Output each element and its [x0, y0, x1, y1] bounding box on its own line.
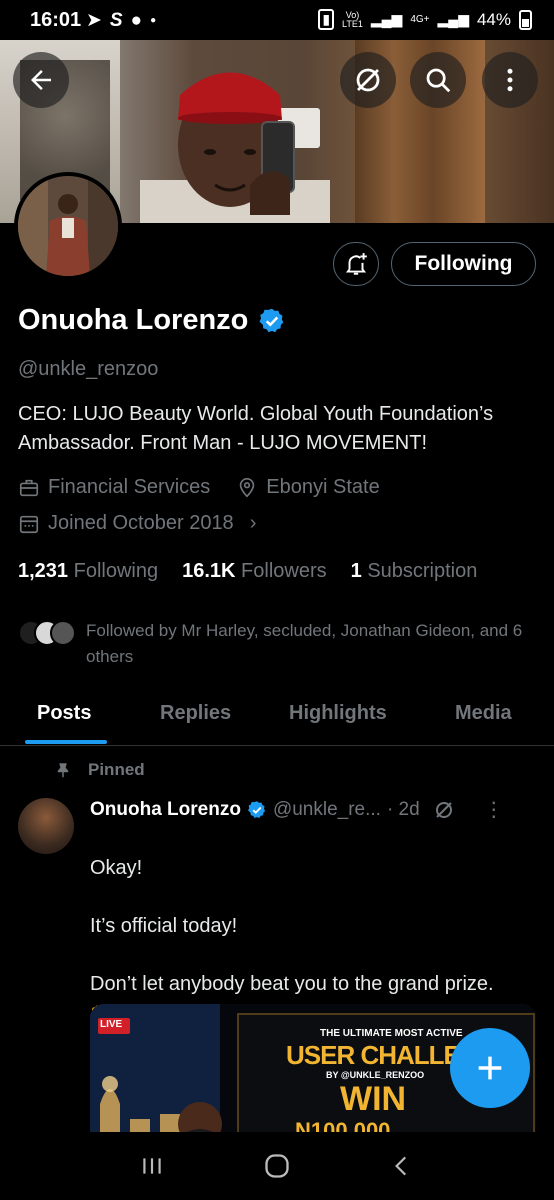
flyer-line-4: WIN	[340, 1080, 407, 1118]
verified-badge-icon[interactable]	[258, 307, 286, 335]
verified-badge-icon	[248, 800, 266, 818]
grok-off-button[interactable]	[340, 52, 396, 108]
calendar-icon	[19, 515, 39, 533]
following-stat[interactable]: 1,231 Following	[18, 560, 158, 583]
follower-avatars	[18, 618, 76, 670]
more-vertical-icon	[507, 68, 513, 92]
post-header: Onuoha Lorenzo @unkle_re... · 2d ⋮	[90, 797, 504, 822]
volte-label: Vo) LTE1	[342, 9, 363, 29]
back-button[interactable]	[13, 52, 69, 108]
bell-plus-icon	[345, 253, 367, 275]
notifications-button[interactable]	[333, 242, 379, 286]
status-right: ▮ Vo) LTE1 ▂▄▆ 4G+ ▂▄▆ 44%	[318, 9, 532, 30]
status-bar: 16:01 ➤ S ● ● ▮ Vo) LTE1 ▂▄▆ 4G+ ▂▄▆ 44%	[0, 0, 554, 40]
profile-name-row: Onuoha Lorenzo	[18, 304, 286, 337]
profile-name: Onuoha Lorenzo	[18, 304, 249, 336]
profile-stats: 1,231 Following 16.1K Followers 1 Subscr…	[18, 560, 477, 583]
telegram-icon: ➤	[86, 10, 102, 31]
status-time: 16:01	[30, 9, 82, 31]
network-type: 4G+	[410, 14, 430, 25]
tab-media[interactable]: Media	[455, 702, 512, 725]
followers-stat[interactable]: 16.1K Followers	[182, 560, 327, 583]
dot-icon: ●	[150, 15, 157, 26]
profile-meta-row: Financial Services Ebonyi State	[18, 476, 380, 499]
post-time: · 2d	[386, 798, 420, 820]
recent-apps-icon[interactable]	[139, 1153, 165, 1179]
slashed-circle-icon[interactable]	[432, 798, 456, 822]
followed-by-text: Followed by Mr Harley, secluded, Jonatha…	[86, 621, 523, 666]
arrow-left-icon	[31, 70, 51, 90]
tab-highlights[interactable]: Highlights	[289, 702, 387, 725]
profile-avatar[interactable]	[14, 172, 122, 280]
briefcase-icon	[19, 479, 39, 496]
profile-location: Ebonyi State	[266, 476, 380, 498]
profile-handle: @unkle_renzoo	[18, 358, 159, 380]
profile-tabs: Posts Replies Highlights Media	[0, 690, 554, 746]
more-options-button[interactable]	[482, 52, 538, 108]
pin-icon	[57, 763, 69, 778]
slashed-circle-icon	[356, 68, 380, 92]
followed-by-row[interactable]: Followed by Mr Harley, secluded, Jonatha…	[18, 618, 538, 670]
profile-joined-row[interactable]: Joined October 2018 ›	[18, 512, 256, 535]
search-icon	[426, 68, 451, 93]
battery-percent: 44%	[476, 9, 511, 29]
pinned-label: Pinned	[88, 760, 145, 779]
follower-avatar	[50, 620, 76, 646]
flyer-line-3: BY @UNKLE_RENZOO	[326, 1070, 425, 1080]
back-nav-icon[interactable]	[389, 1153, 415, 1179]
chevron-right-icon: ›	[249, 512, 257, 534]
battery-icon	[519, 9, 532, 30]
search-button[interactable]	[410, 52, 466, 108]
pinned-label-row: Pinned	[54, 760, 145, 780]
profile-bio: CEO: LUJO Beauty World. Global Youth Fou…	[18, 403, 494, 454]
active-tab-indicator	[25, 740, 107, 744]
compose-post-button[interactable]	[450, 1028, 530, 1108]
post-author-name[interactable]: Onuoha Lorenzo	[90, 799, 241, 821]
flyer-line-1: THE ULTIMATE MOST ACTIVE	[320, 1028, 463, 1039]
signal-icon-1: ▂▄▆	[370, 11, 403, 27]
tab-posts[interactable]: Posts	[37, 702, 91, 725]
post-text-content: Okay! It’s official today! Don’t let any…	[90, 857, 494, 995]
following-button[interactable]: Following	[391, 242, 536, 286]
status-notification-icons: ➤ S ● ●	[86, 9, 156, 32]
banner-person	[140, 72, 330, 223]
post-author-handle[interactable]: @unkle_re...	[273, 799, 381, 821]
tab-replies[interactable]: Replies	[160, 702, 231, 725]
more-vertical-icon[interactable]: ⋮	[484, 797, 504, 822]
plus-icon	[478, 1056, 502, 1080]
data-saver-icon: ▮	[318, 9, 335, 30]
profile-joined: Joined October 2018	[48, 512, 234, 534]
chat-icon: ●	[130, 9, 143, 31]
location-pin-icon	[240, 477, 255, 497]
profile-category[interactable]: Financial Services	[48, 476, 210, 499]
home-icon[interactable]	[263, 1152, 291, 1180]
subscription-stat[interactable]: 1 Subscription	[351, 560, 478, 583]
signal-icon-2: ▂▄▆	[437, 11, 469, 27]
system-navigation-bar	[0, 1132, 554, 1200]
dollar-app-icon: S	[109, 9, 123, 31]
live-badge: LIVE	[100, 1019, 123, 1030]
avatar-photo	[18, 176, 118, 276]
post-author-avatar[interactable]	[18, 798, 74, 854]
